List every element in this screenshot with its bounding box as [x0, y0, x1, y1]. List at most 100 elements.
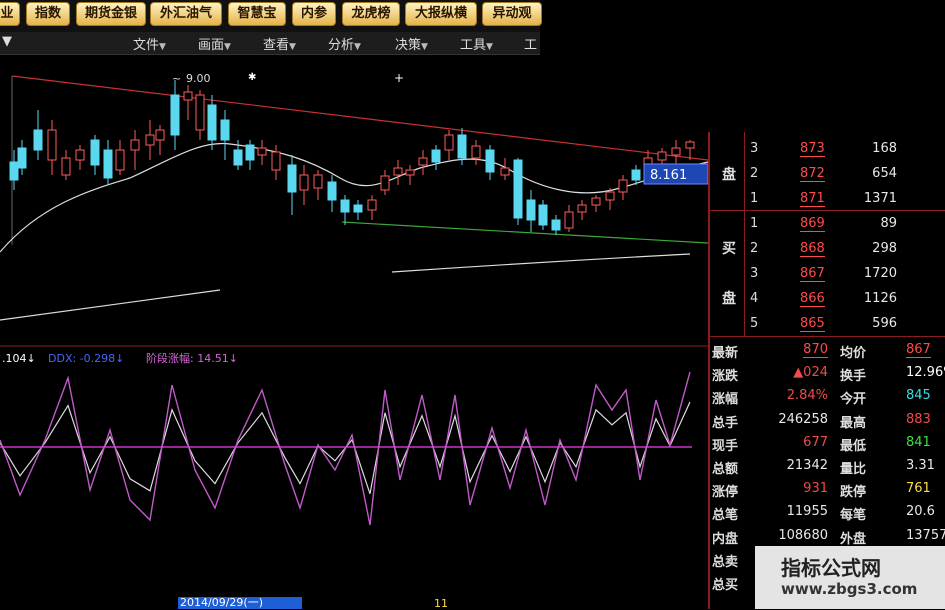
orderbook-volume: 298 — [872, 241, 897, 256]
orderbook-price: 865 — [800, 316, 825, 332]
watermark-url: www.zbgs3.com — [781, 580, 918, 598]
candle-body — [183, 91, 193, 101]
quote-value-right: 883 — [906, 411, 931, 427]
quote-value-right: 867 — [906, 342, 931, 358]
support-trendline — [341, 221, 709, 244]
candle-body — [431, 149, 441, 163]
orderbook-level: 1 — [750, 216, 759, 231]
menu-analysis[interactable]: 分析▼ — [328, 34, 361, 53]
quote-label-left: 涨停 — [712, 485, 739, 501]
candle-body — [657, 151, 667, 161]
quote-label-right: 跌停 — [840, 485, 867, 501]
candle-body — [564, 211, 574, 229]
menu-more[interactable]: 工 — [524, 34, 537, 53]
candle-body — [170, 94, 180, 136]
candle-body — [245, 144, 255, 161]
orderbook-volume: 596 — [872, 316, 897, 331]
candle-body — [618, 179, 628, 193]
orderbook-price: 866 — [800, 291, 825, 307]
toolbar-button-forex[interactable]: 外汇油气 — [150, 2, 222, 26]
candle-body — [485, 149, 495, 173]
toolbar-button-longhubang[interactable]: 龙虎榜 — [342, 2, 400, 26]
quote-value-right: 137578 — [906, 527, 945, 543]
quote-label-left: 最新 — [712, 346, 739, 361]
candle-body — [195, 94, 205, 131]
quote-row: 涨跌 ▲024 换手 12.96% — [708, 361, 945, 385]
quote-label-right: 今开 — [840, 392, 867, 408]
quote-label-left: 现手 — [712, 438, 739, 454]
candlestick-series — [9, 80, 695, 235]
quote-label-left: 总卖 — [712, 554, 739, 570]
date-label: 2014/09/29(一) — [178, 597, 302, 609]
candle-body — [405, 169, 415, 176]
candle-body — [643, 157, 653, 171]
menu-tools[interactable]: 工具▼ — [460, 34, 493, 53]
candle-body — [155, 129, 165, 141]
toolbar-button-neican[interactable]: 内参 — [292, 2, 336, 26]
orderbook-volume: 654 — [872, 166, 897, 181]
menu-view-screen[interactable]: 画面▼ — [198, 34, 231, 53]
menu-decision[interactable]: 决策▼ — [395, 34, 428, 53]
quote-value-right: 20.6 — [906, 504, 935, 520]
orderbook-volume: 168 — [872, 141, 897, 156]
orderbook-row: 3 867 1720 — [708, 262, 945, 286]
candle-body — [130, 139, 140, 151]
quote-value-left: 931 — [803, 481, 828, 497]
candle-body — [61, 157, 71, 176]
toolbar-button-yidong[interactable]: 异动观 — [482, 2, 542, 26]
toolbar-button-zhihuibao[interactable]: 智慧宝 — [228, 2, 286, 26]
top-toolbar: 业 指数 期货金银 外汇油气 智慧宝 内参 龙虎榜 大报纵横 异动观 — [0, 0, 542, 32]
candle-body — [526, 199, 536, 221]
candle-body — [367, 199, 377, 211]
long-ma-right — [391, 253, 691, 273]
candle-body — [9, 161, 19, 181]
quote-value-right: 761 — [906, 481, 931, 497]
candle-body — [257, 147, 267, 156]
toolbar-button-dabao[interactable]: 大报纵横 — [405, 2, 477, 26]
candle-body — [90, 139, 100, 166]
candle-body — [75, 149, 85, 161]
quote-label-right: 最低 — [840, 438, 867, 454]
quote-value-right: 12.96% — [906, 365, 945, 381]
orderbook-price: 869 — [800, 216, 825, 232]
toolbar-button-index[interactable]: 指数 — [26, 2, 70, 26]
orderbook-row: 4 866 1126 — [708, 287, 945, 311]
quote-value-left: 870 — [803, 342, 828, 358]
menu-view[interactable]: 查看▼ — [263, 34, 296, 53]
orderbook-row: 3 873 168 — [708, 137, 945, 161]
quote-value-left: 677 — [803, 434, 828, 450]
peak-annotation: ~ — [172, 72, 181, 85]
orderbook-row: 1 871 1371 — [708, 187, 945, 211]
quote-label-left: 涨幅 — [712, 392, 739, 408]
indicator-purple-line — [0, 371, 691, 526]
toolbar-button-ye[interactable]: 业 — [0, 2, 20, 26]
quote-label-right: 最高 — [840, 415, 867, 431]
candle-body — [353, 204, 363, 213]
orderbook-volume: 1371 — [863, 191, 897, 206]
menu-file[interactable]: 文件▼ — [133, 34, 166, 53]
quote-row: 最新 870 均价 867 — [708, 338, 945, 362]
candle-body — [538, 204, 548, 226]
orderbook-level: 2 — [750, 241, 759, 256]
candle-body — [685, 141, 695, 149]
candle-body — [145, 134, 155, 146]
orderbook-price: 872 — [800, 166, 825, 182]
quote-label-right: 外盘 — [840, 531, 867, 547]
quote-panel: 盘 买 盘 3 873 168 2 872 654 1 871 1371 1 869… — [708, 132, 945, 609]
watermark-title: 指标公式网 — [781, 556, 881, 580]
candle-body — [393, 167, 403, 176]
long-ma-left — [0, 289, 221, 321]
quote-value-left: 21342 — [786, 458, 828, 473]
menu-bar: ▼ 文件▼ 画面▼ 查看▼ 分析▼ 决策▼ 工具▼ 工 — [0, 32, 540, 55]
orderbook-price: 873 — [800, 141, 825, 157]
candle-body — [551, 219, 561, 231]
candle-body — [233, 149, 243, 166]
candle-body — [271, 151, 281, 171]
quote-row: 涨幅 2.84% 今开 845 — [708, 384, 945, 408]
candle-body — [327, 181, 337, 201]
menu-arrow[interactable]: ▼ — [2, 34, 12, 49]
toolbar-button-futures[interactable]: 期货金银 — [76, 2, 146, 26]
candle-body — [418, 157, 428, 166]
candle-body — [380, 175, 390, 191]
orderbook-level: 3 — [750, 266, 759, 281]
